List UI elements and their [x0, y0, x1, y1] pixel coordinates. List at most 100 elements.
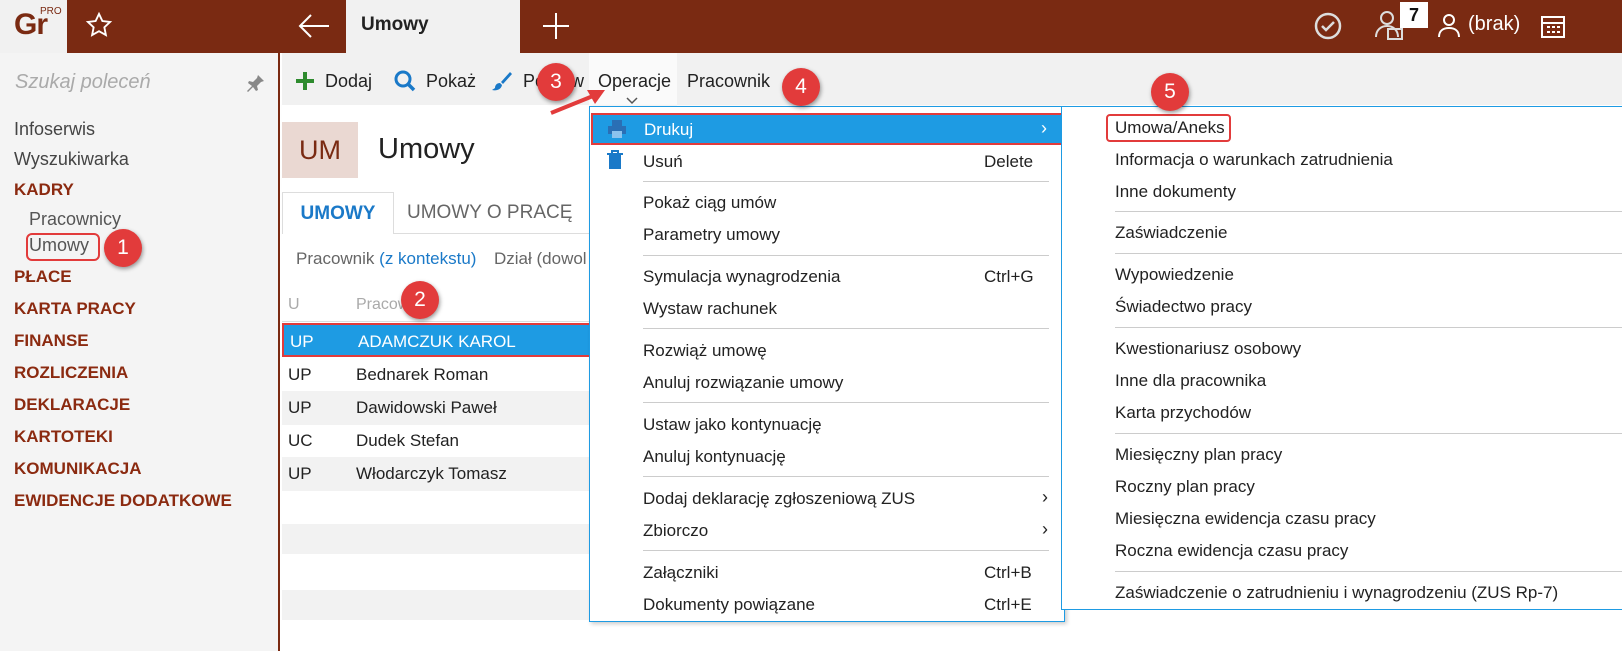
tab-umowy-o-prace[interactable]: UMOWY O PRACĘ — [407, 202, 572, 224]
step-marker-2: 2 — [401, 281, 439, 319]
sidebar-item-komunikacja[interactable]: KOMUNIKACJA — [14, 459, 142, 479]
menu-item-parametry-umowy[interactable]: Parametry umowy — [643, 225, 780, 245]
menu-item-dokumenty-powiazane[interactable]: Dokumenty powiązane — [643, 595, 815, 615]
operations-label: Operacje — [598, 71, 672, 91]
top-bar: Gr PRO Umowy 7 (brak) — [0, 0, 1622, 53]
menu-separator — [643, 181, 1049, 182]
table-row[interactable]: UC Dudek Stefan — [282, 424, 592, 458]
sidebar-item-wyszukiwarka[interactable]: Wyszukiwarka — [14, 149, 129, 170]
menu-item-ustaw-kontynuacje[interactable]: Ustaw jako kontynuację — [643, 415, 822, 435]
menu-item-pokaz-ciag-umow[interactable]: Pokaż ciąg umów — [643, 193, 776, 213]
cell-name: Włodarczyk Tomasz — [356, 464, 507, 483]
table-row[interactable]: UP Dawidowski Paweł — [282, 391, 592, 425]
sidebar-item-infoserwis[interactable]: Infoserwis — [14, 119, 95, 140]
sidebar-item-ewidencje-dodatkowe[interactable]: EWIDENCJE DODATKOWE — [14, 491, 232, 511]
menu-item-zalaczniki[interactable]: Załączniki — [643, 563, 719, 583]
notification-badge: 7 — [1400, 2, 1428, 28]
cell-name: ADAMCZUK KAROL — [358, 332, 516, 351]
table-row[interactable]: UP ADAMCZUK KAROL — [282, 323, 592, 357]
tasks-check-icon[interactable] — [1312, 10, 1344, 42]
submenu-item-miesieczny-plan[interactable]: Miesięczny plan pracy — [1115, 445, 1282, 465]
search-icon[interactable] — [393, 69, 417, 93]
menu-item-dodaj-deklaracje-zus[interactable]: Dodaj deklarację zgłoszeniową ZUS — [643, 489, 915, 509]
cell-u: UP — [288, 398, 312, 417]
submenu-item-roczny-plan[interactable]: Roczny plan pracy — [1115, 477, 1255, 497]
submenu-item-inne-dla-pracownika[interactable]: Inne dla pracownika — [1115, 371, 1266, 391]
step-marker-1: 1 — [104, 229, 142, 267]
sidebar-item-karta-pracy[interactable]: KARTA PRACY — [14, 299, 136, 319]
submenu-item-zaswiadczenie[interactable]: Zaświadczenie — [1115, 223, 1227, 243]
table-row[interactable]: UP Włodarczyk Tomasz — [282, 457, 592, 491]
submenu-item-inne-dokumenty[interactable]: Inne dokumenty — [1115, 182, 1236, 202]
add-plus-icon[interactable] — [293, 69, 317, 93]
menu-item-zbiorczo[interactable]: Zbiorczo — [643, 521, 708, 541]
sidebar-item-place[interactable]: PŁACE — [14, 267, 72, 287]
sidebar-item-deklaracje[interactable]: DEKLARACJE — [14, 395, 130, 415]
back-arrow-icon[interactable] — [297, 11, 331, 41]
step-marker-5: 5 — [1151, 73, 1189, 111]
toolbar — [282, 53, 1622, 105]
shortcut-ctrl-e: Ctrl+E — [984, 595, 1032, 614]
employee-filter[interactable]: Pracownik (z kontekstu) — [296, 249, 476, 269]
column-header-u[interactable]: U — [288, 296, 300, 314]
sidebar-item-rozliczenia[interactable]: ROZLICZENIA — [14, 363, 128, 383]
menu-separator — [643, 328, 1049, 329]
menu-item-anuluj-kontynuacje[interactable]: Anuluj kontynuację — [643, 447, 786, 467]
cell-u: UC — [288, 431, 313, 450]
calendar-icon[interactable] — [1540, 13, 1566, 39]
sidebar-item-kartoteki[interactable]: KARTOTEKI — [14, 427, 113, 447]
menu-item-label: Drukuj — [644, 120, 694, 139]
menu-item-anuluj-rozwiazanie[interactable]: Anuluj rozwiązanie umowy — [643, 373, 843, 393]
submenu-item-wypowiedzenie[interactable]: Wypowiedzenie — [1115, 265, 1234, 285]
submenu-chevron-icon: › — [1042, 519, 1048, 539]
submenu-chevron-icon: › — [1041, 118, 1047, 138]
table-row[interactable]: UP Bednarek Roman — [282, 358, 592, 392]
submenu-item-swiadectwo-pracy[interactable]: Świadectwo pracy — [1115, 297, 1252, 317]
submenu-item-miesieczna-ewidencja[interactable]: Miesięczna ewidencja czasu pracy — [1115, 509, 1376, 529]
shortcut-ctrl-b: Ctrl+B — [984, 563, 1032, 582]
submenu-item-kwestionariusz[interactable]: Kwestionariusz osobowy — [1115, 339, 1301, 359]
menu-separator — [643, 476, 1049, 477]
user-name[interactable]: (brak) — [1468, 13, 1520, 36]
sidebar-item-kadry[interactable]: KADRY — [14, 180, 74, 200]
shortcut-delete: Delete — [984, 152, 1034, 171]
menu-separator — [643, 255, 1049, 256]
department-filter[interactable]: Dział (dowol — [494, 249, 587, 269]
submenu-item-roczna-ewidencja[interactable]: Roczna ewidencja czasu pracy — [1115, 541, 1348, 561]
tab-umowy-list[interactable]: UMOWY — [282, 192, 394, 234]
menu-item-wystaw-rachunek[interactable]: Wystaw rachunek — [643, 299, 777, 319]
print-submenu: Umowa/Aneks Informacja o warunkach zatru… — [1061, 106, 1622, 610]
menu-item-usun[interactable]: Usuń — [643, 152, 683, 172]
cell-name: Dudek Stefan — [356, 431, 460, 450]
menu-separator — [1115, 571, 1622, 572]
show-button[interactable]: Pokaż — [426, 71, 476, 92]
user-icon[interactable] — [1437, 12, 1465, 40]
submenu-item-zus-rp7[interactable]: Zaświadczenie o zatrudnieniu i wynagrodz… — [1115, 583, 1558, 603]
sidebar-item-pracownicy[interactable]: Pracownicy — [29, 209, 121, 230]
umowy-highlight-box — [26, 233, 100, 261]
menu-separator — [1115, 211, 1622, 212]
sidebar-item-finanse[interactable]: FINANSE — [14, 331, 89, 351]
command-search-input[interactable]: Szukaj poleceń — [15, 71, 151, 94]
brush-icon[interactable] — [490, 69, 514, 93]
add-button[interactable]: Dodaj — [325, 71, 372, 92]
favorite-star-icon[interactable] — [85, 11, 113, 39]
shortcut-ctrl-g: Ctrl+G — [984, 267, 1034, 286]
page-title: Umowy — [378, 133, 475, 165]
app-logo[interactable]: Gr PRO — [0, 0, 67, 53]
content-tabs: UMOWY UMOWY O PRACĘ — [282, 192, 592, 234]
pin-icon[interactable] — [246, 73, 266, 93]
new-tab-plus-icon[interactable] — [540, 10, 572, 42]
menu-item-symulacja[interactable]: Symulacja wynagrodzenia — [643, 267, 841, 287]
module-code-badge: UM — [282, 122, 358, 178]
employee-menu-button[interactable]: Pracownik — [687, 71, 770, 92]
step-marker-4: 4 — [782, 68, 820, 106]
menu-item-rozwiaz-umowe[interactable]: Rozwiąż umowę — [643, 341, 767, 361]
menu-item-drukuj[interactable]: Drukuj › — [591, 113, 1063, 145]
submenu-item-karta-przychodow[interactable]: Karta przychodów — [1115, 403, 1251, 423]
submenu-item-informacja[interactable]: Informacja o warunkach zatrudnienia — [1115, 150, 1393, 170]
step-marker-3: 3 — [537, 63, 575, 101]
sidebar: Szukaj poleceń — [0, 53, 280, 651]
tab-umowy[interactable]: Umowy — [346, 0, 520, 53]
filter-context-link[interactable]: (z kontekstu) — [379, 249, 476, 268]
